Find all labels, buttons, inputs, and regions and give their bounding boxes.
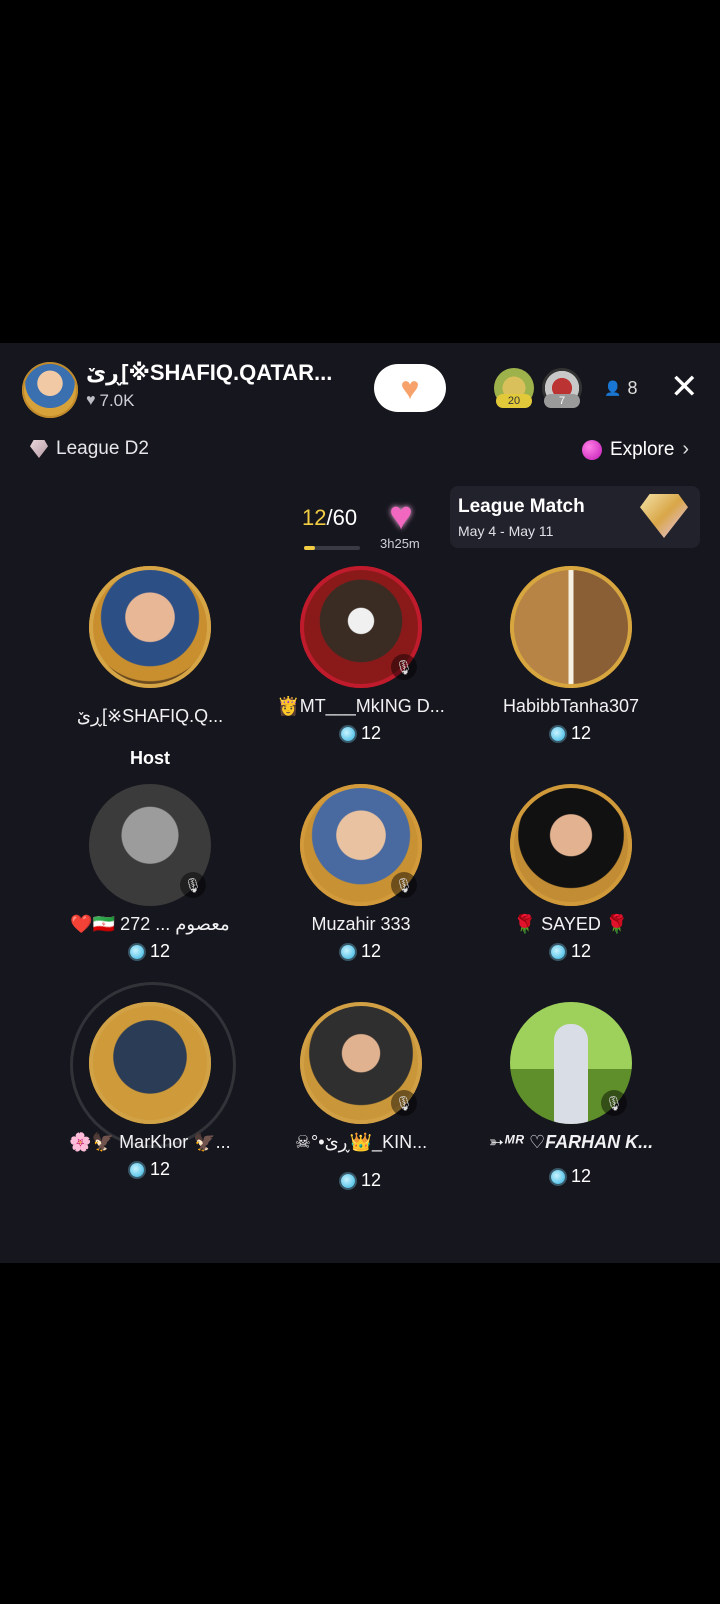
coin-icon	[129, 944, 144, 959]
coin-icon	[550, 726, 565, 741]
avatar[interactable]	[89, 1002, 211, 1124]
host-label: Host	[130, 748, 170, 768]
gem-icon	[30, 440, 48, 458]
score-value: 12	[570, 1166, 592, 1186]
seat-name: ڕێ[※SHAFIQ.Q...	[76, 706, 224, 726]
follow-heart-button[interactable]: ♥ 2	[374, 364, 446, 412]
coin-icon	[550, 944, 565, 959]
league-match-dates: May 4 - May 11	[458, 523, 554, 539]
seat-name: 👸MT___MkING D...	[277, 696, 445, 716]
league-badge[interactable]: League D2	[30, 438, 149, 460]
seat-name: 🌸🦅 MarKhor 🦅...	[69, 1132, 231, 1152]
score-value: 12	[360, 941, 382, 961]
gift-heart-icon[interactable]: ♥	[378, 496, 424, 536]
top-viewer-badge-2: 7	[544, 394, 580, 408]
viewer-count-value: 8	[627, 378, 638, 398]
host-name[interactable]: ڕێ[※SHAFIQ.QATAR...	[86, 360, 332, 386]
league-match-title: League Match	[458, 496, 585, 517]
host-avatar[interactable]	[22, 362, 78, 418]
score-value: 12	[360, 1170, 382, 1190]
coin-icon	[129, 1162, 144, 1177]
heart-icon: ♥	[86, 392, 96, 409]
coin-icon	[340, 944, 355, 959]
coin-icon	[550, 1169, 565, 1184]
top-viewer-badge-1: 20	[496, 394, 532, 408]
seat-score: 12	[261, 941, 461, 962]
progress-fill	[304, 546, 316, 550]
avatar[interactable]	[89, 566, 211, 688]
seat-name: Muzahir 333	[311, 914, 411, 934]
seat-score: 12	[471, 941, 671, 962]
seat-name: ☠°•ڕێ👑_KIN...	[294, 1132, 428, 1152]
seat-score: 12	[471, 1166, 671, 1187]
mic-muted-icon: 🎙	[391, 654, 417, 680]
score-value: 12	[149, 1159, 171, 1179]
likes-count: 7.0K	[99, 391, 135, 410]
coin-icon	[340, 726, 355, 741]
avatar[interactable]	[510, 566, 632, 688]
countdown-timer: 3h25m	[380, 536, 420, 551]
close-button[interactable]: ✕	[670, 370, 699, 404]
mic-muted-icon: 🎙	[391, 872, 417, 898]
mic-muted-icon: 🎙	[601, 1090, 627, 1116]
score-value: 12	[570, 941, 592, 961]
progress-bar	[304, 546, 360, 550]
seat-name: 🌹 SAYED 🌹	[513, 914, 629, 934]
mic-muted-icon: 🎙	[391, 1090, 417, 1116]
explore-icon	[582, 439, 602, 460]
score-value: 12	[360, 723, 382, 743]
league-label: League D2	[56, 438, 149, 459]
seat-name: ➳ᴹᴿ ♡FARHAN K...	[488, 1132, 654, 1152]
person-icon: 👤	[604, 380, 622, 396]
mic-muted-icon: 🎙	[180, 872, 206, 898]
host-likes: ♥ 7.0K	[86, 391, 134, 411]
seat-score: 12	[50, 1159, 250, 1180]
chevron-right-icon: ›	[682, 438, 690, 460]
progress-total: /60	[326, 505, 358, 530]
score-value: 12	[149, 941, 171, 961]
seat-name: HabibbTanha307	[502, 696, 640, 716]
coin-icon	[340, 1173, 355, 1188]
follow-count: 2	[416, 386, 423, 398]
progress-text: 12/60	[302, 505, 357, 531]
seat-score: 12	[471, 723, 671, 744]
score-value: 12	[570, 723, 592, 743]
seat-score: 12	[261, 1170, 461, 1191]
viewer-count[interactable]: 👤 8	[604, 378, 637, 399]
avatar[interactable]	[510, 784, 632, 906]
explore-button[interactable]: Explore ›	[582, 438, 689, 461]
seat-score: 12	[50, 941, 250, 962]
seat-score: 12	[261, 723, 461, 744]
progress-current: 12	[302, 505, 327, 530]
explore-label: Explore	[610, 438, 675, 460]
seat-name: ❤️🇮🇷 272 ... معصوم	[70, 914, 230, 934]
